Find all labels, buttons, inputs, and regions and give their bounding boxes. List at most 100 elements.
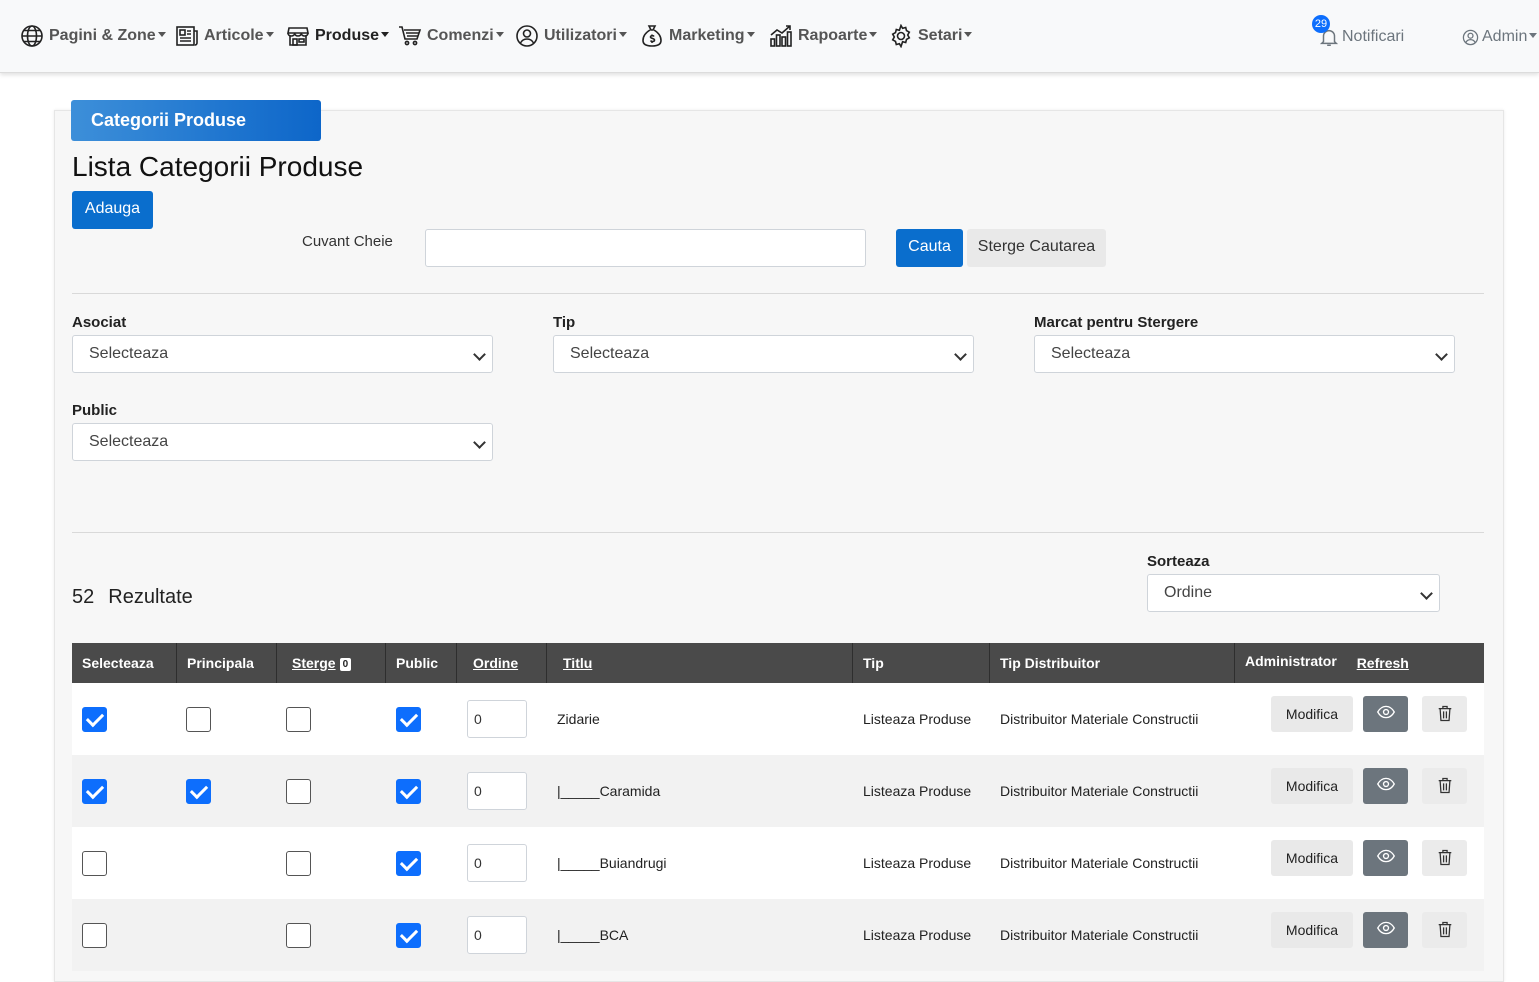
select-checkbox[interactable] [82,923,107,948]
distributor-type-cell: Distribuitor Materiale Constructii [1000,855,1199,871]
search-input[interactable] [425,229,866,267]
select-checkbox[interactable] [82,779,107,804]
panel-tab: Categorii Produse [71,100,321,141]
sterge-checkbox[interactable] [286,779,311,804]
refresh-link[interactable]: Refresh [1357,655,1409,671]
delete-button[interactable] [1422,768,1467,804]
select-checkbox[interactable] [82,707,107,732]
nav-utilizatori[interactable]: Utilizatori [515,23,627,49]
sort-select[interactable]: Ordine [1147,574,1440,612]
filter-public-select[interactable]: Selecteaza [72,423,493,461]
col-tip-distribuitor: Tip Distribuitor [990,643,1235,683]
caret-down-icon [381,31,390,37]
principala-checkbox[interactable] [186,779,211,804]
trash-icon [1438,777,1451,794]
view-button[interactable] [1363,696,1408,732]
user-menu[interactable]: Admin [1462,27,1538,47]
sterge-checkbox[interactable] [286,707,311,732]
nav-setari[interactable]: Setari [889,23,973,49]
top-navbar: Pagini & Zone Articole Produse Comenzi U… [0,0,1539,73]
order-input[interactable]: 0 [467,916,527,954]
view-button[interactable] [1363,840,1408,876]
delete-button[interactable] [1422,912,1467,948]
clear-search-button[interactable]: Sterge Cautarea [967,229,1106,267]
results-label: Rezultate [108,586,193,608]
eye-icon [1376,921,1395,935]
nav-label: Comenzi [427,27,494,44]
add-button[interactable]: Adauga [72,191,153,229]
nav-pagini-zone[interactable]: Pagini & Zone [20,23,166,49]
title-cell: |_____BCA [557,927,629,943]
view-button[interactable] [1363,768,1408,804]
shop-icon [287,27,309,46]
notifications-link[interactable]: 29 Notificari [1312,15,1405,49]
select-value: Ordine [1164,584,1213,601]
order-input[interactable]: 0 [467,844,527,882]
col-selecteaza: Selecteaza [72,643,177,683]
trash-icon [1438,921,1451,938]
nav-label: Utilizatori [544,27,617,44]
newspaper-icon [176,26,198,46]
distributor-type-cell: Distribuitor Materiale Constructii [1000,927,1199,943]
table-row: 0 Zidarie Listeaza Produse Distribuitor Mat… [72,683,1484,755]
delete-button[interactable] [1422,696,1467,732]
caret-down-icon [964,31,973,37]
filter-asociat-select[interactable]: Selecteaza [72,335,493,373]
nav-produse[interactable]: Produse [286,23,390,49]
order-input[interactable]: 0 [467,700,527,738]
title-cell: |_____Caramida [557,783,661,799]
nav-rapoarte[interactable]: Rapoarte [769,23,878,49]
select-value: Selecteaza [89,433,169,450]
public-checkbox[interactable] [396,851,421,876]
col-titlu-label: Titlu [563,655,593,671]
gear-icon [891,24,911,48]
sterge-checkbox[interactable] [286,851,311,876]
nav-marketing[interactable]: Marketing [640,23,755,49]
public-checkbox[interactable] [396,923,421,948]
principala-checkbox[interactable] [186,707,211,732]
distributor-type-cell: Distribuitor Materiale Constructii [1000,783,1199,799]
view-button[interactable] [1363,912,1408,948]
col-titlu[interactable]: Titlu [547,643,853,683]
nav-label: Produse [315,27,380,44]
caret-down-icon [746,31,755,37]
col-administrator-label: Administrator [1245,653,1337,669]
delete-button[interactable] [1422,840,1467,876]
public-checkbox[interactable] [396,707,421,732]
search-button[interactable]: Cauta [896,229,963,267]
edit-button[interactable]: Modifica [1271,840,1353,876]
sort-label: Sorteaza [1147,553,1210,570]
nav-articole[interactable]: Articole [175,23,274,49]
trash-icon [1438,705,1451,722]
col-ordine[interactable]: Ordine [457,643,547,683]
globe-icon [21,25,43,47]
eye-icon [1376,849,1395,863]
sterge-checkbox[interactable] [286,923,311,948]
nav-label: Pagini & Zone [49,27,156,44]
caret-down-icon [1529,32,1538,38]
nav-label: Marketing [669,27,745,44]
edit-button[interactable]: Modifica [1271,768,1353,804]
filter-tip-select[interactable]: Selecteaza [553,335,974,373]
notifications-label: Notificari [1342,28,1405,45]
filter-marcat-label: Marcat pentru Stergere [1034,314,1199,331]
select-checkbox[interactable] [82,851,107,876]
caret-down-icon [618,31,627,37]
public-checkbox[interactable] [396,779,421,804]
caret-down-icon [157,31,166,37]
filter-marcat-select[interactable]: Selecteaza [1034,335,1455,373]
divider [72,532,1484,533]
nav-label: Setari [918,27,963,44]
search-label: Cuvant Cheie [302,233,393,250]
chevron-down-icon [473,348,486,361]
nav-comenzi[interactable]: Comenzi [398,23,504,49]
nav-label: Articole [204,27,264,44]
select-value: Selecteaza [1051,345,1131,362]
col-sterge[interactable]: Sterge 0 [277,643,386,683]
order-input[interactable]: 0 [467,772,527,810]
edit-button[interactable]: Modifica [1271,696,1353,732]
col-tip: Tip [853,643,990,683]
col-administrator: Administrator Refresh [1235,643,1484,683]
table-row: 0 |_____BCA Listeaza Produse Distribuitor M… [72,899,1484,971]
edit-button[interactable]: Modifica [1271,912,1353,948]
